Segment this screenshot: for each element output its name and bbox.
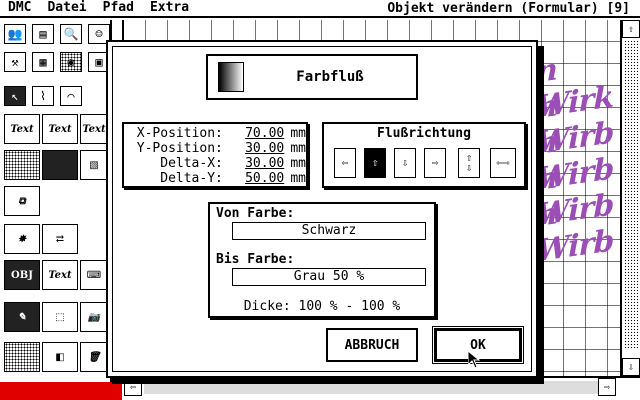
scroll-up-icon[interactable]: ⇧ bbox=[622, 20, 640, 38]
horizontal-scrollbar[interactable]: ⇦ ⇨ bbox=[122, 376, 640, 396]
scroll-left-icon[interactable]: ⇦ bbox=[124, 378, 142, 396]
flow-left-button[interactable]: ⇦ bbox=[334, 148, 356, 178]
toolbox: 👥 ▤ 🔍 ☺ ⚒ ▦ ◉ ▣ ↖ ⌇ ⌒ Text Text Text ▧ ⧉… bbox=[0, 20, 112, 382]
text-tool-1[interactable]: Text bbox=[4, 114, 40, 144]
menu-pfad[interactable]: Pfad bbox=[95, 0, 142, 16]
mouse-pointer-icon bbox=[468, 351, 480, 369]
bezier-tool-icon[interactable]: ⌇ bbox=[32, 86, 54, 106]
flow-right-button[interactable]: ⇨ bbox=[424, 148, 446, 178]
thickness-text: Dicke: 100 % - 100 % bbox=[243, 299, 401, 314]
position-label: Delta-Y: bbox=[160, 171, 223, 186]
position-label: Delta-X: bbox=[160, 156, 223, 171]
scroll-down-icon[interactable]: ⇩ bbox=[622, 358, 640, 376]
horizontal-scroll-track[interactable] bbox=[144, 381, 612, 394]
arrow-down-icon: ⇩ bbox=[401, 156, 409, 169]
gradient-swatch-icon bbox=[218, 62, 244, 92]
flow-up-button[interactable]: ⇧ bbox=[364, 148, 386, 178]
position-label: Y-Position: bbox=[136, 141, 223, 156]
dialog-title-box: Farbfluß bbox=[206, 54, 418, 100]
gradient-dialog: Farbfluß X-Position: 70.00 mm Y-Position… bbox=[106, 40, 538, 378]
keyboard-icon[interactable]: ⌨ bbox=[80, 260, 108, 290]
from-color-label: Von Farbe: bbox=[216, 206, 295, 221]
text-tool-3[interactable]: Text bbox=[80, 114, 108, 144]
pointer-tool-icon[interactable]: ↖ bbox=[4, 86, 26, 106]
pen-tool-icon[interactable]: ✎ bbox=[4, 302, 40, 332]
x-position-field[interactable]: 70.00 bbox=[229, 126, 284, 141]
to-color-label: Bis Farbe: bbox=[216, 252, 295, 267]
calculator-icon[interactable]: ▦ bbox=[32, 52, 54, 72]
menu-datei[interactable]: Datei bbox=[39, 0, 94, 16]
flow-direction-title: Flußrichtung bbox=[377, 126, 471, 141]
arrow-up-icon: ⇧ bbox=[371, 156, 379, 169]
pattern-tool-2[interactable] bbox=[42, 150, 78, 180]
arrow-left-icon: ⇦ bbox=[496, 156, 503, 169]
arrow-right-icon: ⇨ bbox=[503, 156, 510, 169]
unit-label: mm bbox=[290, 156, 306, 171]
scroll-right-icon[interactable]: ⇨ bbox=[598, 378, 616, 396]
camera-icon[interactable]: ◉ bbox=[60, 52, 82, 72]
pattern-tool-1[interactable] bbox=[4, 150, 40, 180]
to-color-field[interactable]: Grau 50 % bbox=[232, 268, 426, 286]
cancel-button[interactable]: ABBRUCH bbox=[326, 328, 418, 362]
burst-tool-icon[interactable]: ✸ bbox=[4, 224, 40, 254]
dialog-title: Farbfluß bbox=[296, 69, 364, 85]
hammer-icon[interactable]: ⚒ bbox=[4, 52, 26, 72]
object-tool[interactable]: OBJ bbox=[4, 260, 40, 290]
fill-tool-icon[interactable] bbox=[4, 342, 40, 372]
curve-tool-icon[interactable]: ⌒ bbox=[60, 86, 82, 106]
people-icon[interactable]: 👥 bbox=[4, 24, 26, 44]
y-position-field[interactable]: 30.00 bbox=[229, 141, 284, 156]
unit-label: mm bbox=[290, 171, 306, 186]
flow-vertical-button[interactable]: ⇧ ⇩ bbox=[458, 148, 480, 178]
unit-label: mm bbox=[290, 141, 306, 156]
flow-down-button[interactable]: ⇩ bbox=[394, 148, 416, 178]
arrow-left-icon: ⇦ bbox=[341, 156, 349, 169]
camera-tool-icon[interactable]: 📷 bbox=[80, 302, 108, 332]
position-row-dx: Delta-X: 30.00 mm bbox=[124, 156, 306, 171]
status-text: Objekt verändern (Formular) [9] bbox=[387, 1, 630, 16]
flip-tool-icon[interactable]: ⇄ bbox=[42, 224, 78, 254]
menu-extra[interactable]: Extra bbox=[142, 0, 197, 16]
unit-label: mm bbox=[290, 126, 306, 141]
color-box: Von Farbe: Schwarz Bis Farbe: Grau 50 % … bbox=[208, 202, 436, 318]
magnifier-icon[interactable]: 🔍 bbox=[60, 24, 82, 44]
arrow-right-icon: ⇨ bbox=[431, 156, 439, 169]
trash-icon[interactable]: 🗑 bbox=[80, 342, 108, 372]
delta-y-field[interactable]: 50.00 bbox=[229, 171, 284, 186]
position-row-dy: Delta-Y: 50.00 mm bbox=[124, 171, 306, 186]
position-row-x: X-Position: 70.00 mm bbox=[124, 126, 306, 141]
bottom-bar bbox=[0, 382, 122, 400]
layer-tool-icon[interactable]: ◧ bbox=[42, 342, 78, 372]
position-box: X-Position: 70.00 mm Y-Position: 30.00 m… bbox=[122, 122, 308, 188]
menu-dmc[interactable]: DMC bbox=[0, 0, 39, 16]
text-tool-4[interactable]: Text bbox=[42, 260, 78, 290]
position-row-y: Y-Position: 30.00 mm bbox=[124, 141, 306, 156]
text-tool-2[interactable]: Text bbox=[42, 114, 78, 144]
flow-horizontal-button[interactable]: ⇦ ⇨ bbox=[490, 148, 516, 178]
duplicate-tool-icon[interactable]: ⧉ bbox=[4, 186, 40, 216]
delta-x-field[interactable]: 30.00 bbox=[229, 156, 284, 171]
document-icon[interactable]: ▤ bbox=[32, 24, 54, 44]
position-label: X-Position: bbox=[136, 126, 223, 141]
from-color-field[interactable]: Schwarz bbox=[232, 222, 426, 240]
vertical-scroll-track[interactable] bbox=[624, 40, 638, 350]
menu-bar: DMC Datei Pfad Extra Objekt verändern (F… bbox=[0, 0, 640, 18]
vertical-scrollbar[interactable]: ⇧ ⇩ bbox=[620, 20, 640, 376]
flow-direction-box: Flußrichtung ⇦ ⇧ ⇩ ⇨ ⇧ ⇩ ⇦ ⇨ bbox=[322, 122, 526, 188]
arrow-down-icon: ⇩ bbox=[465, 161, 473, 174]
pattern-tool-3[interactable]: ▧ bbox=[80, 150, 108, 180]
select-tool-icon[interactable]: ⬚ bbox=[42, 302, 78, 332]
